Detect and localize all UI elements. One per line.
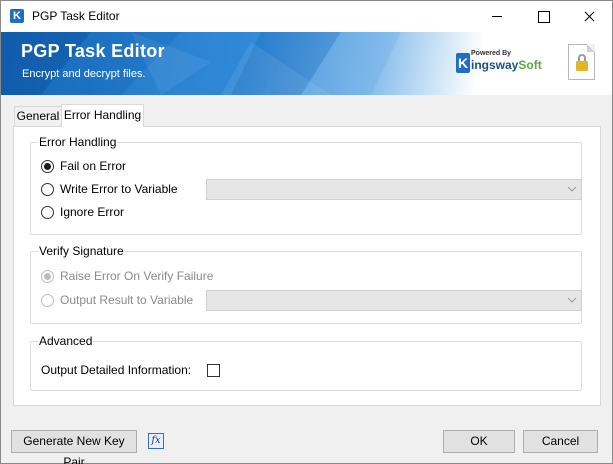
radio-unchecked-icon: [41, 205, 54, 219]
ok-button[interactable]: OK: [443, 430, 515, 453]
advanced-legend: Advanced: [38, 334, 94, 348]
fail-on-error-label: Fail on Error: [60, 159, 127, 173]
write-error-to-variable-radio[interactable]: Write Error to Variable: [41, 182, 178, 196]
expression-fx-icon[interactable]: fx: [148, 433, 164, 449]
raise-error-on-verify-failure-radio[interactable]: Raise Error On Verify Failure: [41, 269, 213, 283]
lock-document-icon: [568, 44, 595, 80]
lock-body: [576, 61, 588, 71]
kingsway-k-icon: K: [10, 9, 24, 23]
brand-powered-by: Powered By: [471, 50, 512, 57]
error-handling-group: Error Handling Fail on Error Write Error…: [30, 135, 582, 235]
advanced-group: Advanced Output Detailed Information:: [30, 334, 582, 391]
error-variable-combo[interactable]: [206, 179, 582, 200]
write-error-to-variable-label: Write Error to Variable: [60, 182, 178, 196]
brand-name-accent: Soft: [518, 58, 542, 72]
verify-signature-legend: Verify Signature: [38, 244, 125, 258]
output-result-label: Output Result to Variable: [60, 293, 194, 307]
verify-signature-group: Verify Signature Raise Error On Verify F…: [30, 244, 582, 324]
banner-title: PGP Task Editor: [21, 41, 165, 61]
output-detailed-information-checkbox[interactable]: [207, 364, 220, 377]
minimize-button[interactable]: [474, 1, 520, 32]
radio-checked-icon: [41, 159, 54, 173]
tab-error-handling[interactable]: Error Handling: [61, 104, 144, 127]
ignore-error-radio[interactable]: Ignore Error: [41, 205, 124, 219]
output-detailed-information-label: Output Detailed Information:: [41, 363, 192, 377]
generate-new-key-pair-button[interactable]: Generate New Key Pair: [11, 430, 137, 464]
title-bar: K PGP Task Editor: [1, 1, 612, 32]
radio-unchecked-icon: [41, 293, 54, 307]
tab-general[interactable]: General: [14, 106, 62, 127]
radio-checked-icon: [41, 269, 54, 283]
brand-name: ingswaySoft: [471, 58, 542, 72]
error-handling-panel: Error Handling Fail on Error Write Error…: [13, 126, 601, 406]
verify-variable-combo[interactable]: [206, 290, 582, 311]
window-title: PGP Task Editor: [32, 9, 120, 23]
ignore-error-label: Ignore Error: [60, 205, 125, 219]
banner-subtitle: Encrypt and decrypt files.: [22, 68, 146, 80]
header-banner: PGP Task Editor Encrypt and decrypt file…: [1, 32, 612, 95]
chevron-down-icon: [568, 185, 576, 193]
maximize-button[interactable]: [520, 1, 566, 32]
radio-unchecked-icon: [41, 182, 54, 196]
close-button[interactable]: [566, 1, 612, 32]
kingswaysoft-logo: K Powered By ingswaySoft: [456, 50, 546, 76]
brand-name-main: ingsway: [471, 58, 519, 72]
raise-error-label: Raise Error On Verify Failure: [60, 269, 214, 283]
fail-on-error-radio[interactable]: Fail on Error: [41, 159, 126, 173]
output-result-to-variable-radio[interactable]: Output Result to Variable: [41, 293, 193, 307]
brand-k-icon: K: [456, 53, 470, 73]
cancel-button[interactable]: Cancel: [523, 430, 598, 453]
pgp-task-editor-window: K PGP Task Editor PGP Task Editor Encryp…: [0, 0, 613, 464]
error-handling-legend: Error Handling: [38, 135, 118, 149]
chevron-down-icon: [568, 296, 576, 304]
